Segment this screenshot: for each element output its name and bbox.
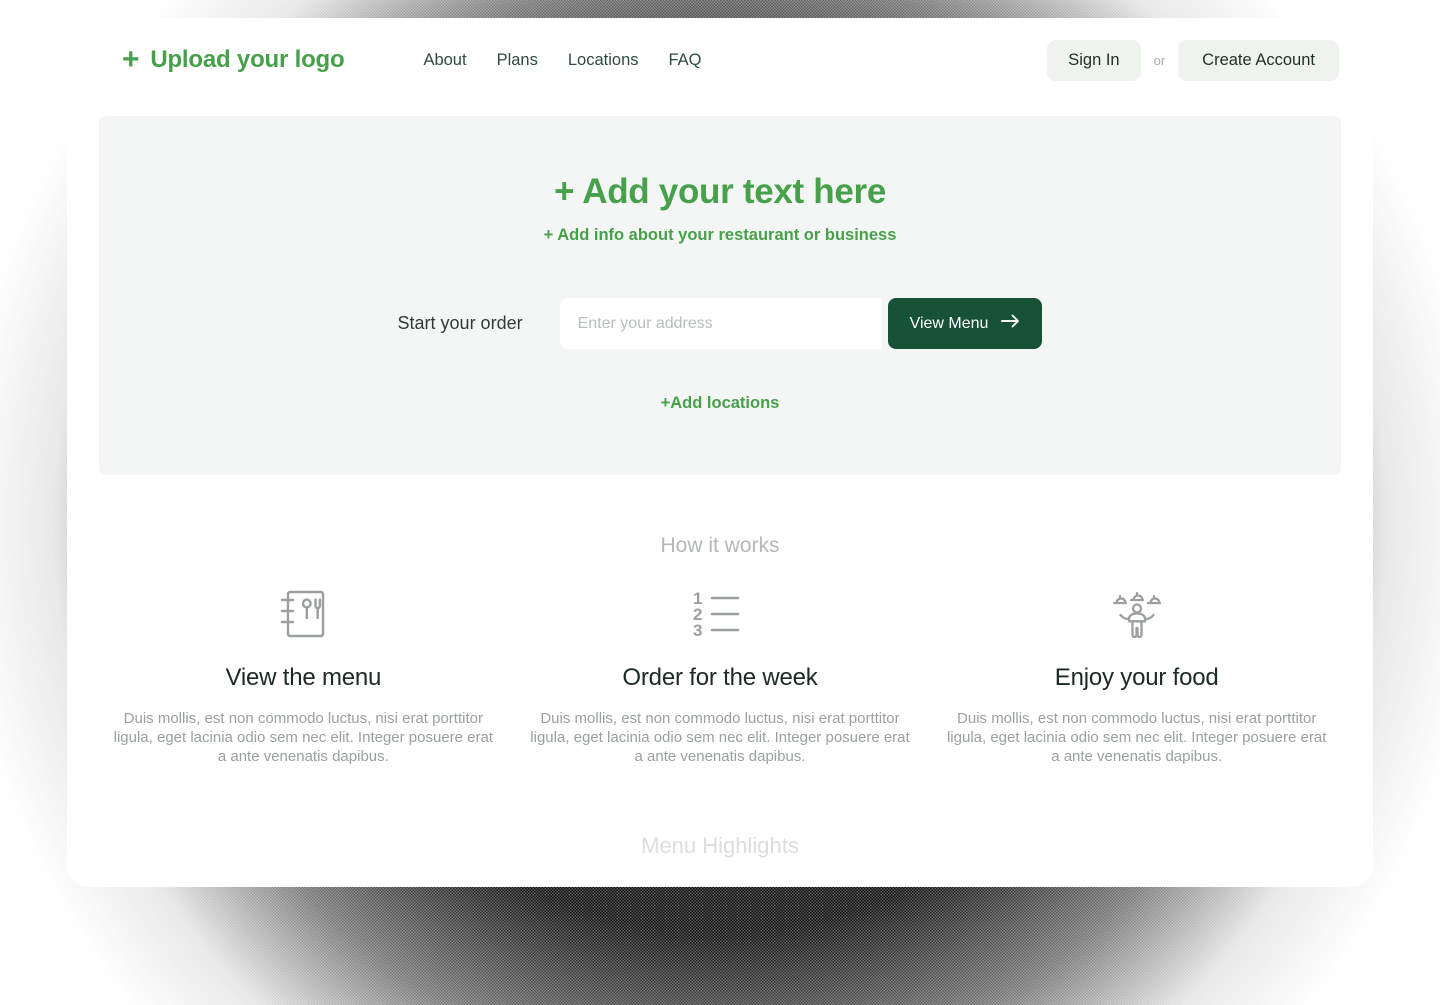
create-account-button[interactable]: Create Account (1178, 39, 1339, 81)
feature-title: Enjoy your food (1054, 664, 1219, 691)
plus-icon: + (122, 43, 140, 76)
hero-subtitle[interactable]: + Add info about your restaurant or busi… (119, 226, 1321, 245)
browser-window: + Upload your logo About Plans Locations… (67, 18, 1373, 887)
header-actions: Sign In or Create Account (1047, 39, 1339, 81)
feature-title: View the menu (225, 664, 382, 691)
nav-item-about[interactable]: About (423, 51, 466, 70)
address-input[interactable] (559, 298, 882, 349)
hero-title[interactable]: + Add your text here (119, 172, 1321, 212)
view-menu-button[interactable]: View Menu (887, 298, 1043, 349)
feature-item: Enjoy your food Duis mollis, est non com… (928, 586, 1345, 767)
order-form: Start your order View Menu (119, 298, 1321, 349)
feature-list: View the menu Duis mollis, est non commo… (67, 586, 1373, 767)
svg-text:3: 3 (693, 621, 702, 640)
how-it-works-section: How it works View the menu Duis mollis, … (67, 475, 1373, 767)
feature-item: 1 2 3 Order for the week Duis mollis, es… (512, 586, 929, 767)
waiter-serving-icon (944, 586, 1329, 642)
menu-highlights-heading: Menu Highlights (641, 832, 799, 858)
nav-item-faq[interactable]: FAQ (669, 51, 702, 70)
or-separator-label: or (1153, 52, 1166, 68)
logo-text: Upload your logo (150, 46, 345, 73)
view-menu-label: View Menu (909, 314, 989, 332)
add-locations-link[interactable]: +Add locations (661, 394, 780, 413)
feature-item: View the menu Duis mollis, est non commo… (95, 586, 512, 767)
feature-text: Duis mollis, est non commodo luctus, nis… (946, 710, 1327, 766)
nav-item-plans[interactable]: Plans (497, 51, 538, 70)
start-order-label: Start your order (397, 313, 523, 333)
site-header: + Upload your logo About Plans Locations… (67, 18, 1373, 102)
menu-book-icon (111, 586, 496, 642)
feature-text: Duis mollis, est non commodo luctus, nis… (113, 710, 494, 766)
hero-panel: + Add your text here + Add info about yo… (99, 116, 1341, 475)
main-nav: About Plans Locations FAQ (423, 51, 701, 70)
logo[interactable]: + Upload your logo (122, 43, 345, 76)
menu-highlights-section: Menu Highlights (67, 767, 1373, 887)
numbered-list-icon: 1 2 3 (528, 586, 913, 642)
nav-item-locations[interactable]: Locations (568, 51, 639, 70)
how-it-works-heading: How it works (660, 534, 780, 557)
sign-in-button[interactable]: Sign In (1047, 39, 1141, 81)
feature-text: Duis mollis, est non commodo luctus, nis… (530, 710, 910, 766)
feature-title: Order for the week (622, 664, 818, 691)
arrow-right-icon (1001, 314, 1020, 333)
